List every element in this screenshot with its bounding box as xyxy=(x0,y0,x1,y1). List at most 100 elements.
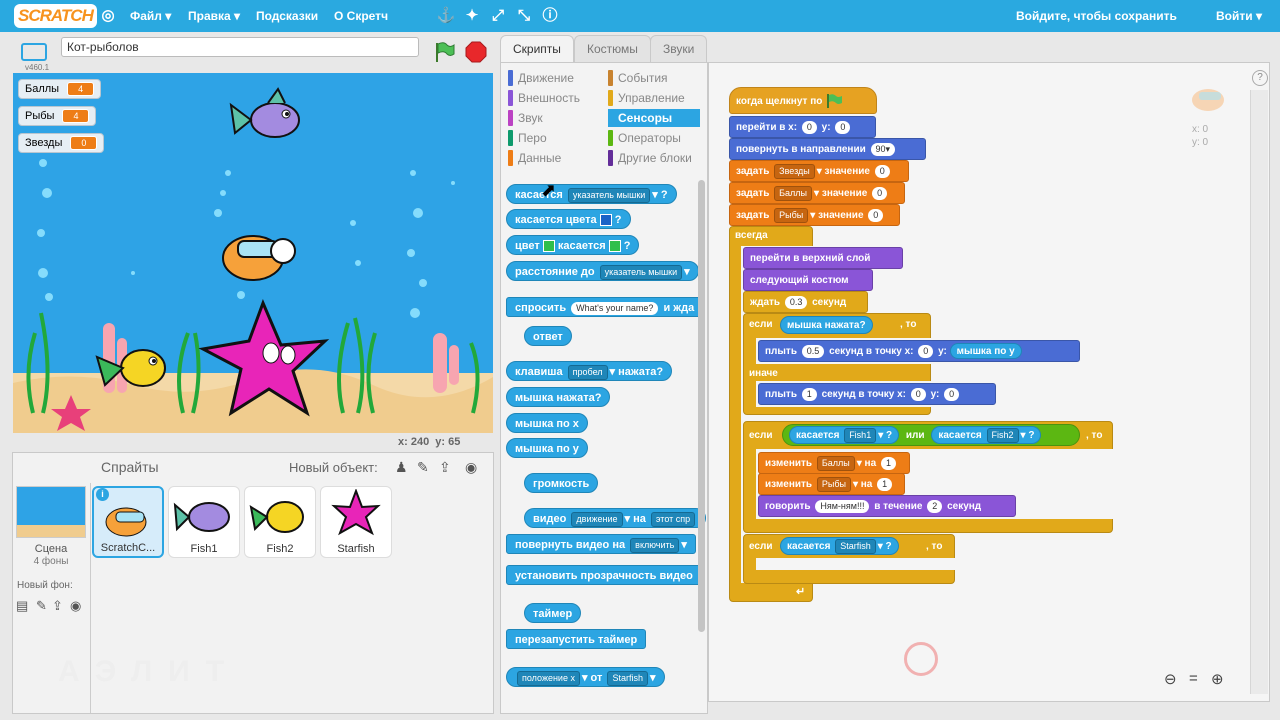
category-data[interactable]: Данные xyxy=(508,149,600,167)
block-timer[interactable]: таймер xyxy=(524,603,582,623)
category-pen[interactable]: Перо xyxy=(508,129,600,147)
block-set-fish[interactable]: задать Рыбы ▾ значение 0 xyxy=(729,204,900,226)
block-mouse-x[interactable]: мышка по х xyxy=(506,413,588,433)
upload-backdrop-icon[interactable]: ⇪ xyxy=(52,598,63,614)
block-glide-to-mouse[interactable]: плыть 0.5 секунд в точку х: 0 у: мышка п… xyxy=(758,340,1080,362)
block-set-stars[interactable]: задать Звезды ▾ значение 0 xyxy=(729,160,909,182)
if-label: если xyxy=(749,319,773,330)
category-motion[interactable]: Движение xyxy=(508,69,600,87)
then-label: , то xyxy=(900,319,917,330)
then-label-2: , то xyxy=(1086,430,1103,441)
globe-icon[interactable]: ◎ xyxy=(98,0,118,32)
block-set-score[interactable]: задать Баллы ▾ значение 0 xyxy=(729,182,905,204)
block-go-to-front[interactable]: перейти в верхний слой xyxy=(743,247,903,269)
fish1-thumbnail xyxy=(173,502,230,532)
sprite-x-readout: x: 0 xyxy=(1192,124,1209,135)
fullscreen-icon[interactable] xyxy=(21,43,47,61)
block-go-to-xy[interactable]: перейти в х: 0 y: 0 xyxy=(729,116,876,138)
zoom-reset-icon[interactable]: = xyxy=(1189,670,1198,687)
category-operators[interactable]: Операторы xyxy=(608,129,700,147)
info-icon[interactable]: i xyxy=(96,488,109,501)
block-loudness[interactable]: громкость xyxy=(524,473,599,493)
block-distance-to[interactable]: расстояние до указатель мышки ▾ xyxy=(506,261,699,281)
block-touching[interactable]: касается указатель мышки ▾ ? xyxy=(506,184,677,204)
forever-loop-arrow: ↵ xyxy=(796,586,806,598)
stop-icon[interactable] xyxy=(465,41,487,63)
stage-thumbnail[interactable] xyxy=(16,486,86,538)
block-color-touching[interactable]: цвет касается ? xyxy=(506,235,640,255)
block-mouse-down[interactable]: мышка нажата? xyxy=(506,387,611,407)
block-next-costume[interactable]: следующий костюм xyxy=(743,269,873,291)
block-or-operator[interactable]: касается Fish1 ▾ ? или касается Fish2 ▾ ? xyxy=(782,424,1080,446)
block-video-transparency[interactable]: установить прозрачность видео xyxy=(506,565,702,585)
sprites-title: Спрайты xyxy=(101,459,159,475)
sprite-thumb-cat[interactable]: i ScratchC... xyxy=(92,486,164,558)
variable-monitor-fish[interactable]: Рыбы 4 xyxy=(18,106,97,126)
delete-tool-icon[interactable]: ✦ xyxy=(462,0,482,32)
menu-tips[interactable]: Подсказки xyxy=(256,0,318,32)
category-events[interactable]: События xyxy=(608,69,700,87)
cat-sprite-ghost xyxy=(1192,89,1224,111)
help-icon[interactable]: ⓘ xyxy=(540,0,560,32)
block-reset-timer[interactable]: перезапустить таймер xyxy=(506,629,647,649)
stage[interactable]: Баллы 4 Рыбы 4 Звезды 0 xyxy=(13,73,493,433)
tab-sounds[interactable]: Звуки xyxy=(650,35,708,63)
then-label-3: , то xyxy=(926,541,943,552)
shrink-tool-icon[interactable]: ⤡ xyxy=(514,0,534,32)
block-mouse-y[interactable]: мышка по у xyxy=(506,438,588,458)
block-point-in-direction[interactable]: повернуть в направлении 90▾ xyxy=(729,138,926,160)
block-touching-color[interactable]: касается цвета ? xyxy=(506,209,631,229)
block-attribute-of[interactable]: положение x ▾ от Starfish ▾ xyxy=(506,667,665,687)
block-turn-video[interactable]: повернуть видео на включить ▾ xyxy=(506,534,696,554)
zoom-out-icon[interactable]: ⊖ xyxy=(1164,670,1177,688)
block-when-flag-clicked[interactable]: когда щелкнут по xyxy=(729,87,877,114)
sprite-thumb-fish1[interactable]: Fish1 xyxy=(168,486,240,558)
upload-sprite-icon[interactable]: ⇪ xyxy=(439,459,451,476)
sprite-library-icon[interactable]: ♟ xyxy=(395,459,408,476)
sprite-thumb-starfish[interactable]: Starfish xyxy=(320,486,392,558)
zoom-in-icon[interactable]: ⊕ xyxy=(1211,670,1224,688)
category-control[interactable]: Управление xyxy=(608,89,700,107)
category-sound[interactable]: Звук xyxy=(508,109,600,127)
scratch-logo[interactable]: SCRATCH xyxy=(14,4,97,28)
palette-scrollbar[interactable] xyxy=(698,180,705,632)
tab-costumes[interactable]: Костюмы xyxy=(574,35,651,63)
info-help-icon[interactable]: ? xyxy=(1252,70,1268,86)
block-key-pressed[interactable]: клавиша пробел ▾ нажата? xyxy=(506,361,673,381)
camera-sprite-icon[interactable]: ◉ xyxy=(465,459,477,476)
backdrop-library-icon[interactable]: ▤ xyxy=(16,598,28,614)
menu-file[interactable]: Файл ▾ xyxy=(130,0,171,32)
green-flag-icon[interactable] xyxy=(433,41,455,63)
block-change-fish[interactable]: изменить Рыбы ▾ на 1 xyxy=(758,473,905,495)
menu-edit[interactable]: Правка ▾ xyxy=(188,0,240,32)
sprite-thumb-fish2[interactable]: Fish2 xyxy=(244,486,316,558)
paint-backdrop-icon[interactable]: ✎ xyxy=(36,598,47,614)
starfish-thumbnail xyxy=(331,488,381,536)
block-ask[interactable]: спросить What's your name? и жда xyxy=(506,297,704,317)
block-wait[interactable]: ждать 0.3 секунд xyxy=(743,291,868,313)
category-sensing[interactable]: Сенсоры xyxy=(608,109,700,127)
script-vertical-scrollbar[interactable]: ? xyxy=(1250,70,1268,694)
camera-backdrop-icon[interactable]: ◉ xyxy=(70,598,81,614)
tab-scripts[interactable]: Скрипты xyxy=(500,35,574,63)
grow-tool-icon[interactable]: ⤢ xyxy=(488,0,508,32)
login-menu[interactable]: Войти ▾ xyxy=(1216,0,1262,32)
block-mouse-down-condition[interactable]: мышка нажата? xyxy=(780,316,873,334)
stage-header: v460.1 Кот-рыболов xyxy=(13,35,493,73)
block-video-sensing[interactable]: видео движение ▾ на этот спр xyxy=(524,508,707,528)
project-title-input[interactable]: Кот-рыболов xyxy=(61,37,419,57)
duplicate-tool-icon[interactable]: ⚓ xyxy=(436,0,456,32)
variable-monitor-stars[interactable]: Звезды 0 xyxy=(18,133,105,153)
block-touching-starfish[interactable]: касается Starfish ▾ ? xyxy=(780,537,899,555)
block-change-score[interactable]: изменить Баллы ▾ на 1 xyxy=(758,452,910,474)
category-looks[interactable]: Внешность xyxy=(508,89,600,107)
save-prompt[interactable]: Войдите, чтобы сохранить xyxy=(1016,0,1177,32)
block-answer[interactable]: ответ xyxy=(524,326,572,346)
variable-monitor-score[interactable]: Баллы 4 xyxy=(18,79,102,99)
block-say-for-secs[interactable]: говорить Ням-ням!!! в течение 2 секунд xyxy=(758,495,1016,517)
category-more-blocks[interactable]: Другие блоки xyxy=(608,149,700,167)
mouse-coordinates: x: 240 y: 65 xyxy=(398,436,461,448)
paint-sprite-icon[interactable]: ✎ xyxy=(417,459,429,476)
menu-about[interactable]: О Скретч xyxy=(334,0,388,32)
block-glide-to-origin[interactable]: плыть 1 секунд в точку х: 0 у: 0 xyxy=(758,383,996,405)
